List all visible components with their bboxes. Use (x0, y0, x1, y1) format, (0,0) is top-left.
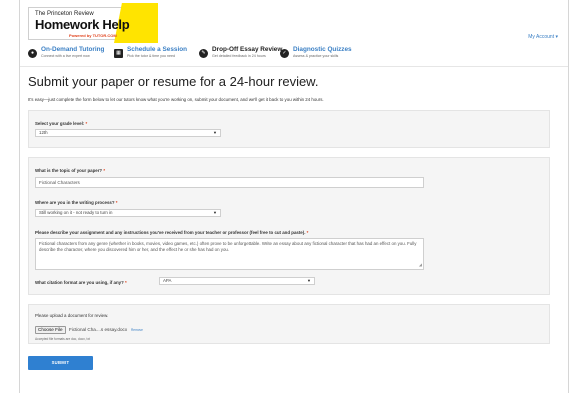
intro-text: It's easy—just complete the form below t… (28, 97, 324, 102)
nav-subtitle: Connect with a live expert now (41, 54, 90, 58)
citation-label: What citation format are you using, if a… (35, 280, 127, 285)
grade-panel: Select your grade level: * 12th ▼ (28, 110, 550, 148)
service-nav: ● On-Demand Tutoring Connect with a live… (28, 46, 558, 64)
assignment-textarea[interactable]: Fictional characters from any genre (whe… (35, 238, 424, 270)
grade-label: Select your grade level: * (35, 121, 87, 126)
nav-title: Drop-Off Essay Review (212, 46, 283, 53)
nav-subtitle: Assess & practice your skills (293, 54, 339, 58)
choose-file-button[interactable]: Choose File (35, 326, 66, 334)
grade-label-text: Select your grade level: (35, 121, 85, 126)
page-title: Submit your paper or resume for a 24-hou… (28, 74, 319, 89)
page-frame: The Princeton Review Homework Help Power… (19, 0, 569, 393)
required-mark: * (125, 280, 127, 285)
chat-icon: ● (28, 49, 37, 58)
remove-file-link[interactable]: Remove (131, 328, 143, 332)
details-panel: What is the topic of your paper? * Ficti… (28, 157, 550, 295)
assignment-text: Fictional characters from any genre (whe… (39, 241, 417, 252)
logo-powered-text: Powered by TUTOR.COM (69, 33, 117, 38)
quiz-icon: ✓ (280, 49, 289, 58)
required-mark: * (85, 121, 88, 126)
header-divider (20, 66, 568, 67)
logo-partner: TUTOR.COM (92, 33, 117, 38)
citation-label-text: What citation format are you using, if a… (35, 280, 124, 285)
accepted-formats-note: Accepted file formats are doc, docx, txt (35, 337, 90, 341)
describe-label: Please describe your assignment and any … (35, 230, 308, 235)
process-select-value: Still working on it - not ready to turn … (39, 210, 113, 215)
topic-label-text: What is the topic of your paper? (35, 168, 103, 173)
nav-title: On-Demand Tutoring (41, 46, 105, 53)
nav-title: Diagnostic Quizzes (293, 46, 352, 53)
nav-title: Schedule a Session (127, 46, 188, 53)
citation-select-value: APA (163, 278, 172, 283)
selected-file-name: Fictional Cha....s essay.docx (69, 327, 128, 332)
logo-powered-label: Powered by (69, 33, 92, 38)
required-mark: * (115, 200, 118, 205)
process-select[interactable]: Still working on it - not ready to turn … (35, 209, 221, 217)
chevron-down-icon: ▼ (307, 278, 311, 283)
topic-label: What is the topic of your paper? * (35, 168, 105, 173)
process-label-text: Where are you in the writing process? (35, 200, 115, 205)
grade-select-value: 12th (39, 130, 48, 135)
resize-grip-icon[interactable]: ◢ (419, 262, 422, 268)
upload-label: Please upload a document for review. (35, 313, 109, 318)
princeton-review-logo[interactable]: The Princeton Review Homework Help Power… (28, 3, 158, 43)
upload-panel: Please upload a document for review. Cho… (28, 304, 550, 344)
chevron-down-icon: ▼ (213, 210, 217, 215)
chevron-down-icon: ▼ (213, 130, 217, 135)
topic-input[interactable]: Fictional Characters (35, 177, 424, 188)
nav-subtitle: Get detailed feedback in 24 hours (212, 54, 266, 58)
essay-icon: ✎ (199, 49, 208, 58)
required-mark: * (306, 230, 309, 235)
process-label: Where are you in the writing process? * (35, 200, 118, 205)
nav-subtitle: Pick the tutor & time you need (127, 54, 175, 58)
required-mark: * (103, 168, 106, 173)
submit-button[interactable]: SUBMIT (28, 356, 93, 370)
describe-label-text: Please describe your assignment and any … (35, 230, 306, 235)
calendar-icon: ▦ (114, 49, 123, 58)
grade-select[interactable]: 12th ▼ (35, 129, 221, 137)
logo-main-text: Homework Help (35, 17, 130, 32)
citation-select[interactable]: APA ▼ (159, 277, 315, 285)
my-account-menu[interactable]: My Account ▾ (528, 34, 558, 40)
